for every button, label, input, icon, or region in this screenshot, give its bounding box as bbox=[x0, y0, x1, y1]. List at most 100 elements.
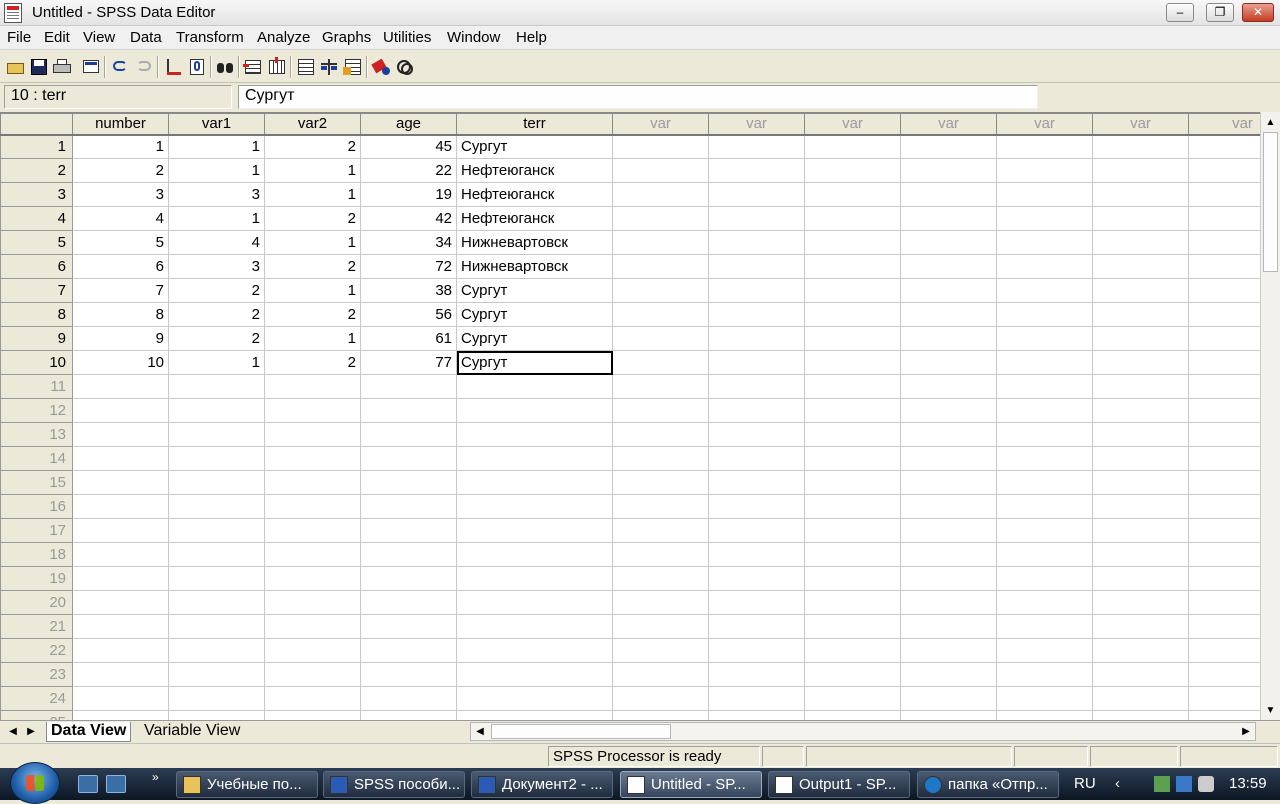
horizontal-scroll-thumb[interactable] bbox=[491, 724, 671, 739]
language-indicator[interactable]: RU bbox=[1074, 775, 1096, 792]
data-cell[interactable] bbox=[708, 422, 805, 447]
menu-transform[interactable]: Transform bbox=[176, 29, 244, 46]
data-cell[interactable] bbox=[72, 542, 169, 567]
column-header-number[interactable]: number bbox=[72, 113, 169, 136]
data-cell[interactable] bbox=[900, 302, 997, 327]
data-cell[interactable] bbox=[1092, 638, 1189, 663]
data-cell[interactable]: 1 bbox=[168, 134, 265, 159]
data-cell[interactable]: 2 bbox=[72, 158, 169, 183]
save-icon[interactable] bbox=[29, 57, 49, 77]
weight-cases-icon[interactable] bbox=[319, 57, 339, 77]
data-cell[interactable]: 1 bbox=[168, 206, 265, 231]
row-header[interactable]: 25 bbox=[0, 710, 73, 720]
data-cell[interactable] bbox=[168, 374, 265, 399]
data-cell[interactable] bbox=[612, 230, 709, 255]
data-cell[interactable] bbox=[804, 422, 901, 447]
data-cell[interactable]: 6 bbox=[72, 254, 169, 279]
data-cell[interactable] bbox=[996, 182, 1093, 207]
row-header[interactable]: 22 bbox=[0, 638, 73, 663]
data-cell[interactable]: Нижневартовск bbox=[456, 230, 613, 255]
row-header[interactable]: 10 bbox=[0, 350, 73, 375]
data-cell[interactable] bbox=[456, 374, 613, 399]
data-cell[interactable]: 3 bbox=[72, 182, 169, 207]
use-sets-icon[interactable] bbox=[395, 57, 415, 77]
data-cell[interactable] bbox=[804, 686, 901, 711]
data-cell[interactable]: 10 bbox=[72, 350, 169, 375]
data-cell[interactable] bbox=[168, 518, 265, 543]
data-cell[interactable] bbox=[996, 302, 1093, 327]
data-cell[interactable]: 1 bbox=[264, 278, 361, 303]
data-cell[interactable] bbox=[900, 614, 997, 639]
data-cell[interactable] bbox=[168, 590, 265, 615]
data-cell[interactable] bbox=[1092, 182, 1189, 207]
data-cell[interactable] bbox=[612, 278, 709, 303]
menu-graphs[interactable]: Graphs bbox=[322, 29, 371, 46]
data-cell[interactable] bbox=[1092, 302, 1189, 327]
data-cell[interactable] bbox=[900, 254, 997, 279]
data-cell[interactable] bbox=[1092, 398, 1189, 423]
data-cell[interactable] bbox=[708, 542, 805, 567]
data-cell[interactable] bbox=[1188, 566, 1260, 591]
data-cell[interactable] bbox=[168, 566, 265, 591]
data-cell[interactable] bbox=[612, 614, 709, 639]
goto-case-icon[interactable] bbox=[163, 57, 183, 77]
data-cell[interactable] bbox=[612, 662, 709, 687]
data-cell[interactable] bbox=[708, 134, 805, 159]
volume-icon[interactable] bbox=[1198, 776, 1214, 792]
show-desktop-icon[interactable] bbox=[78, 775, 98, 793]
data-cell[interactable] bbox=[456, 470, 613, 495]
data-cell[interactable] bbox=[900, 662, 997, 687]
data-cell[interactable] bbox=[708, 230, 805, 255]
data-cell[interactable] bbox=[804, 230, 901, 255]
row-header[interactable]: 7 bbox=[0, 278, 73, 303]
data-cell[interactable] bbox=[1188, 542, 1260, 567]
tray-expand-icon[interactable]: ‹ bbox=[1115, 775, 1120, 792]
data-cell[interactable] bbox=[996, 686, 1093, 711]
data-cell[interactable] bbox=[708, 614, 805, 639]
data-cell[interactable] bbox=[804, 398, 901, 423]
data-cell[interactable] bbox=[708, 374, 805, 399]
data-cell[interactable] bbox=[612, 470, 709, 495]
column-header-terr[interactable]: terr bbox=[456, 113, 613, 136]
data-cell[interactable]: 1 bbox=[264, 182, 361, 207]
row-header[interactable]: 16 bbox=[0, 494, 73, 519]
print-icon[interactable] bbox=[52, 57, 72, 77]
row-header[interactable]: 23 bbox=[0, 662, 73, 687]
data-cell[interactable] bbox=[804, 638, 901, 663]
data-cell[interactable] bbox=[360, 398, 457, 423]
data-cell[interactable] bbox=[708, 638, 805, 663]
data-cell[interactable]: 1 bbox=[168, 158, 265, 183]
taskbar-item-word-doc2[interactable]: Документ2 - ... bbox=[471, 771, 613, 798]
data-cell[interactable]: 2 bbox=[264, 254, 361, 279]
data-cell[interactable] bbox=[264, 662, 361, 687]
data-cell[interactable] bbox=[264, 566, 361, 591]
data-cell[interactable] bbox=[168, 470, 265, 495]
data-cell[interactable] bbox=[456, 686, 613, 711]
data-cell[interactable]: 2 bbox=[264, 350, 361, 375]
data-cell[interactable] bbox=[708, 662, 805, 687]
data-cell[interactable] bbox=[360, 542, 457, 567]
menu-analyze[interactable]: Analyze bbox=[257, 29, 310, 46]
row-header[interactable]: 17 bbox=[0, 518, 73, 543]
data-cell[interactable] bbox=[804, 326, 901, 351]
data-cell[interactable] bbox=[900, 134, 997, 159]
data-cell[interactable] bbox=[900, 422, 997, 447]
data-cell[interactable]: 1 bbox=[264, 158, 361, 183]
data-cell[interactable] bbox=[900, 206, 997, 231]
close-button[interactable]: ✕ bbox=[1242, 3, 1274, 22]
data-cell[interactable] bbox=[1092, 470, 1189, 495]
data-cell[interactable] bbox=[1188, 206, 1260, 231]
data-cell[interactable] bbox=[900, 542, 997, 567]
data-cell[interactable] bbox=[708, 470, 805, 495]
data-cell[interactable] bbox=[1188, 374, 1260, 399]
data-cell[interactable] bbox=[360, 638, 457, 663]
data-cell[interactable] bbox=[804, 710, 901, 720]
insert-case-icon[interactable] bbox=[243, 57, 263, 77]
tab-next-icon[interactable]: ▶ bbox=[24, 724, 38, 740]
row-header[interactable]: 18 bbox=[0, 542, 73, 567]
data-cell[interactable]: 2 bbox=[168, 302, 265, 327]
menu-data[interactable]: Data bbox=[130, 29, 162, 46]
data-cell[interactable] bbox=[804, 254, 901, 279]
data-cell[interactable]: Сургут bbox=[456, 134, 613, 159]
row-header[interactable]: 3 bbox=[0, 182, 73, 207]
